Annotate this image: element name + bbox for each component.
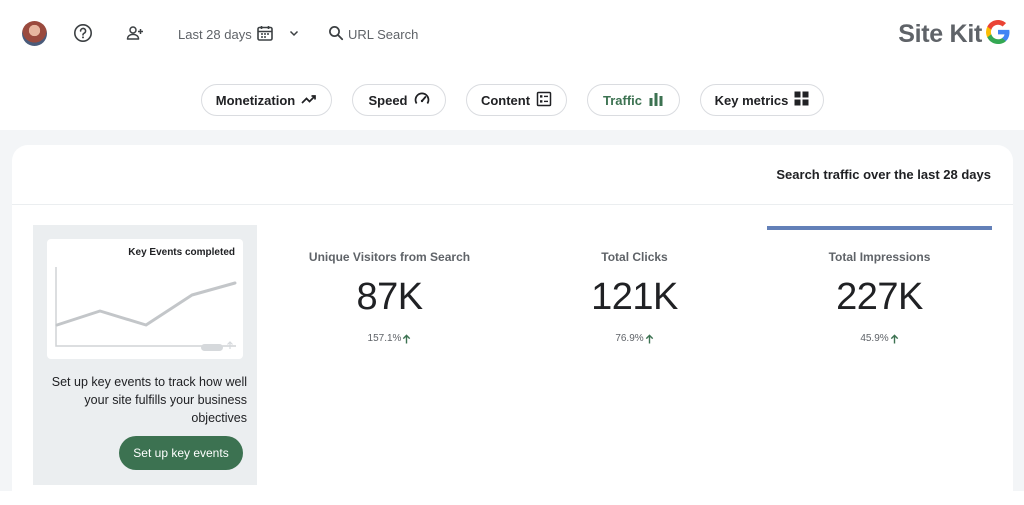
- chip-content[interactable]: Content: [466, 84, 567, 116]
- chip-label: Traffic: [602, 92, 642, 108]
- change-value: 157.1%: [367, 333, 402, 344]
- date-range-selector[interactable]: Last 28 days: [178, 24, 300, 44]
- metric-change: 45.9%: [767, 333, 992, 344]
- up-arrow-icon: [645, 333, 653, 343]
- change-value: 76.9%: [615, 333, 644, 344]
- chip-monetization[interactable]: Monetization: [201, 84, 332, 116]
- preview-pill: [201, 344, 223, 351]
- up-arrow-icon: [890, 333, 898, 343]
- add-user-icon[interactable]: [124, 22, 146, 44]
- metric-value: 121K: [591, 276, 678, 318]
- url-search-button[interactable]: URL Search: [328, 24, 418, 44]
- card-title: Search traffic over the last 28 days: [776, 167, 991, 182]
- section-nav: Monetization Speed Content Traffic Key m…: [0, 84, 1024, 116]
- up-arrow-icon: [403, 333, 411, 343]
- chip-traffic[interactable]: Traffic: [587, 84, 680, 116]
- metric-change: 76.9%: [522, 333, 747, 344]
- chip-label: Content: [480, 92, 531, 108]
- preview-axes: [55, 267, 236, 347]
- chip-label: Speed: [368, 92, 408, 108]
- metric-value: 227K: [836, 276, 923, 318]
- metric-value: 87K: [356, 276, 423, 318]
- url-search-label: URL Search: [348, 26, 419, 42]
- trending-up-icon: [301, 93, 317, 108]
- key-events-promo: Key Events completed Set up key events t…: [33, 225, 257, 485]
- change-value: 45.9%: [860, 333, 889, 344]
- chevron-down-icon: [288, 27, 300, 42]
- promo-text: Set up key events to track how well your…: [51, 375, 247, 425]
- date-range-label: Last 28 days: [178, 26, 252, 42]
- bar-chart-icon: [648, 92, 664, 109]
- header: Last 28 days URL Search Site Kit: [0, 0, 1024, 70]
- brand-name: Site Kit: [898, 20, 982, 48]
- metric-label: Total Clicks: [601, 250, 668, 264]
- list-box-icon: [536, 91, 552, 110]
- divider: [12, 204, 1013, 205]
- key-events-preview: Key Events completed: [47, 239, 243, 359]
- speedometer-icon: [414, 91, 430, 110]
- set-up-key-events-button[interactable]: Set up key events: [119, 436, 243, 470]
- calendar-icon: [256, 24, 274, 45]
- chip-label: Monetization: [215, 92, 296, 108]
- metric-label: Total Impressions: [828, 250, 931, 264]
- chip-key-metrics[interactable]: Key metrics: [700, 84, 824, 116]
- avatar[interactable]: [22, 21, 47, 46]
- chip-speed[interactable]: Speed: [352, 84, 446, 116]
- preview-line: [55, 281, 237, 327]
- help-icon[interactable]: [72, 22, 94, 44]
- metric-change: 157.1%: [277, 333, 502, 344]
- chip-label: Key metrics: [714, 92, 789, 108]
- google-g-icon: [984, 18, 1012, 51]
- search-icon: [328, 25, 344, 44]
- selected-metric-indicator: [767, 226, 992, 230]
- metric-label: Unique Visitors from Search: [308, 250, 471, 264]
- grid-icon: [794, 91, 809, 109]
- site-kit-logo: Site Kit: [898, 18, 1012, 51]
- preview-chart: [55, 267, 237, 351]
